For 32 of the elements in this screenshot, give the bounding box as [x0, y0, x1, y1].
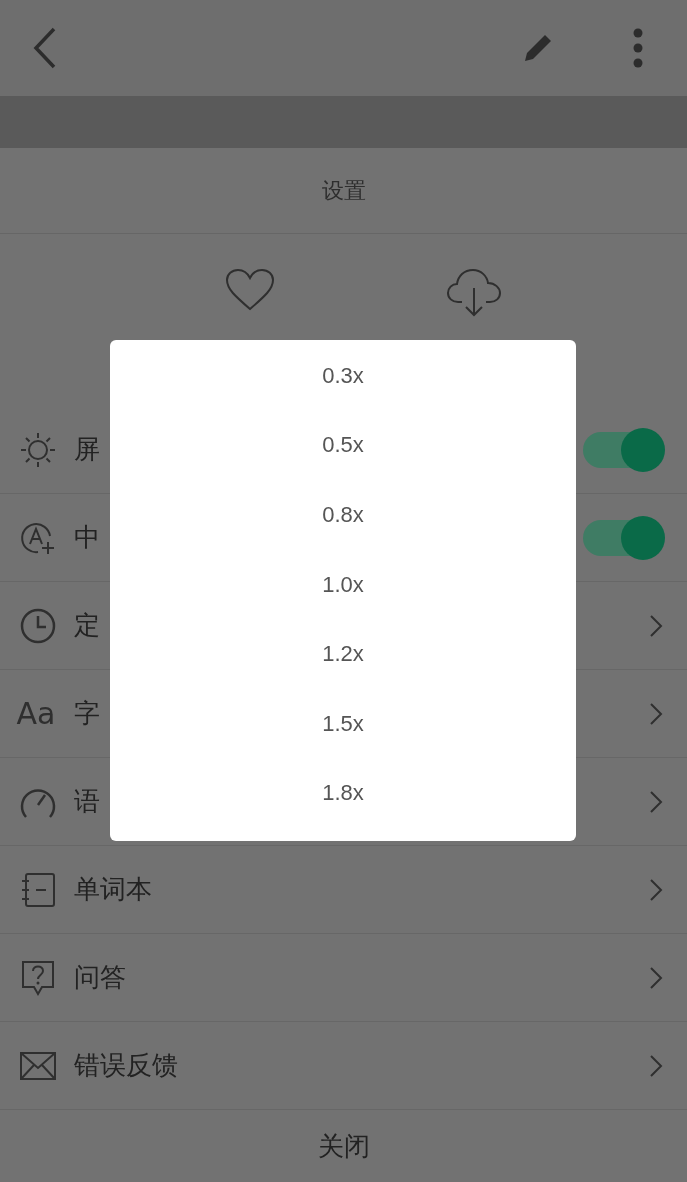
setting-label[interactable]: 中 — [74, 520, 100, 555]
sheet-title: 设置 — [0, 148, 687, 234]
envelope-icon — [20, 1051, 56, 1080]
setting-label[interactable]: 单词本 — [74, 872, 152, 907]
clock-icon — [20, 607, 56, 644]
chevron-right-icon — [649, 701, 663, 726]
setting-label[interactable]: 定 — [74, 608, 100, 643]
heart-icon[interactable] — [225, 268, 276, 312]
setting-label[interactable]: 语 — [74, 784, 100, 819]
chevron-right-icon — [649, 877, 663, 902]
speed-option[interactable]: 1.2x — [110, 619, 576, 689]
speed-option[interactable]: 0.3x — [110, 341, 576, 411]
setting-label[interactable]: 屏 — [74, 432, 100, 467]
speed-option[interactable]: 1.0x — [110, 549, 576, 620]
chevron-right-icon — [649, 613, 663, 638]
speed-option[interactable]: 1.8x — [110, 758, 576, 829]
setting-label[interactable]: 错误反馈 — [74, 1048, 178, 1083]
back-icon[interactable] — [32, 27, 58, 69]
cloud-download-icon[interactable] — [445, 268, 502, 318]
question-bubble-icon — [20, 958, 56, 997]
speed-option[interactable]: 0.8x — [110, 480, 576, 550]
more-icon[interactable] — [633, 28, 643, 68]
setting-label[interactable]: 问答 — [74, 960, 126, 995]
sun-icon — [20, 431, 56, 468]
speed-option[interactable]: 0.5x — [110, 410, 576, 481]
speed-option[interactable]: 1.5x — [110, 688, 576, 759]
setting-label[interactable]: 字 — [74, 696, 100, 731]
notebook-icon — [20, 871, 56, 908]
chevron-right-icon — [649, 789, 663, 814]
chevron-right-icon — [649, 1053, 663, 1078]
chevron-right-icon — [649, 965, 663, 990]
font-icon: Aa — [16, 696, 56, 731]
